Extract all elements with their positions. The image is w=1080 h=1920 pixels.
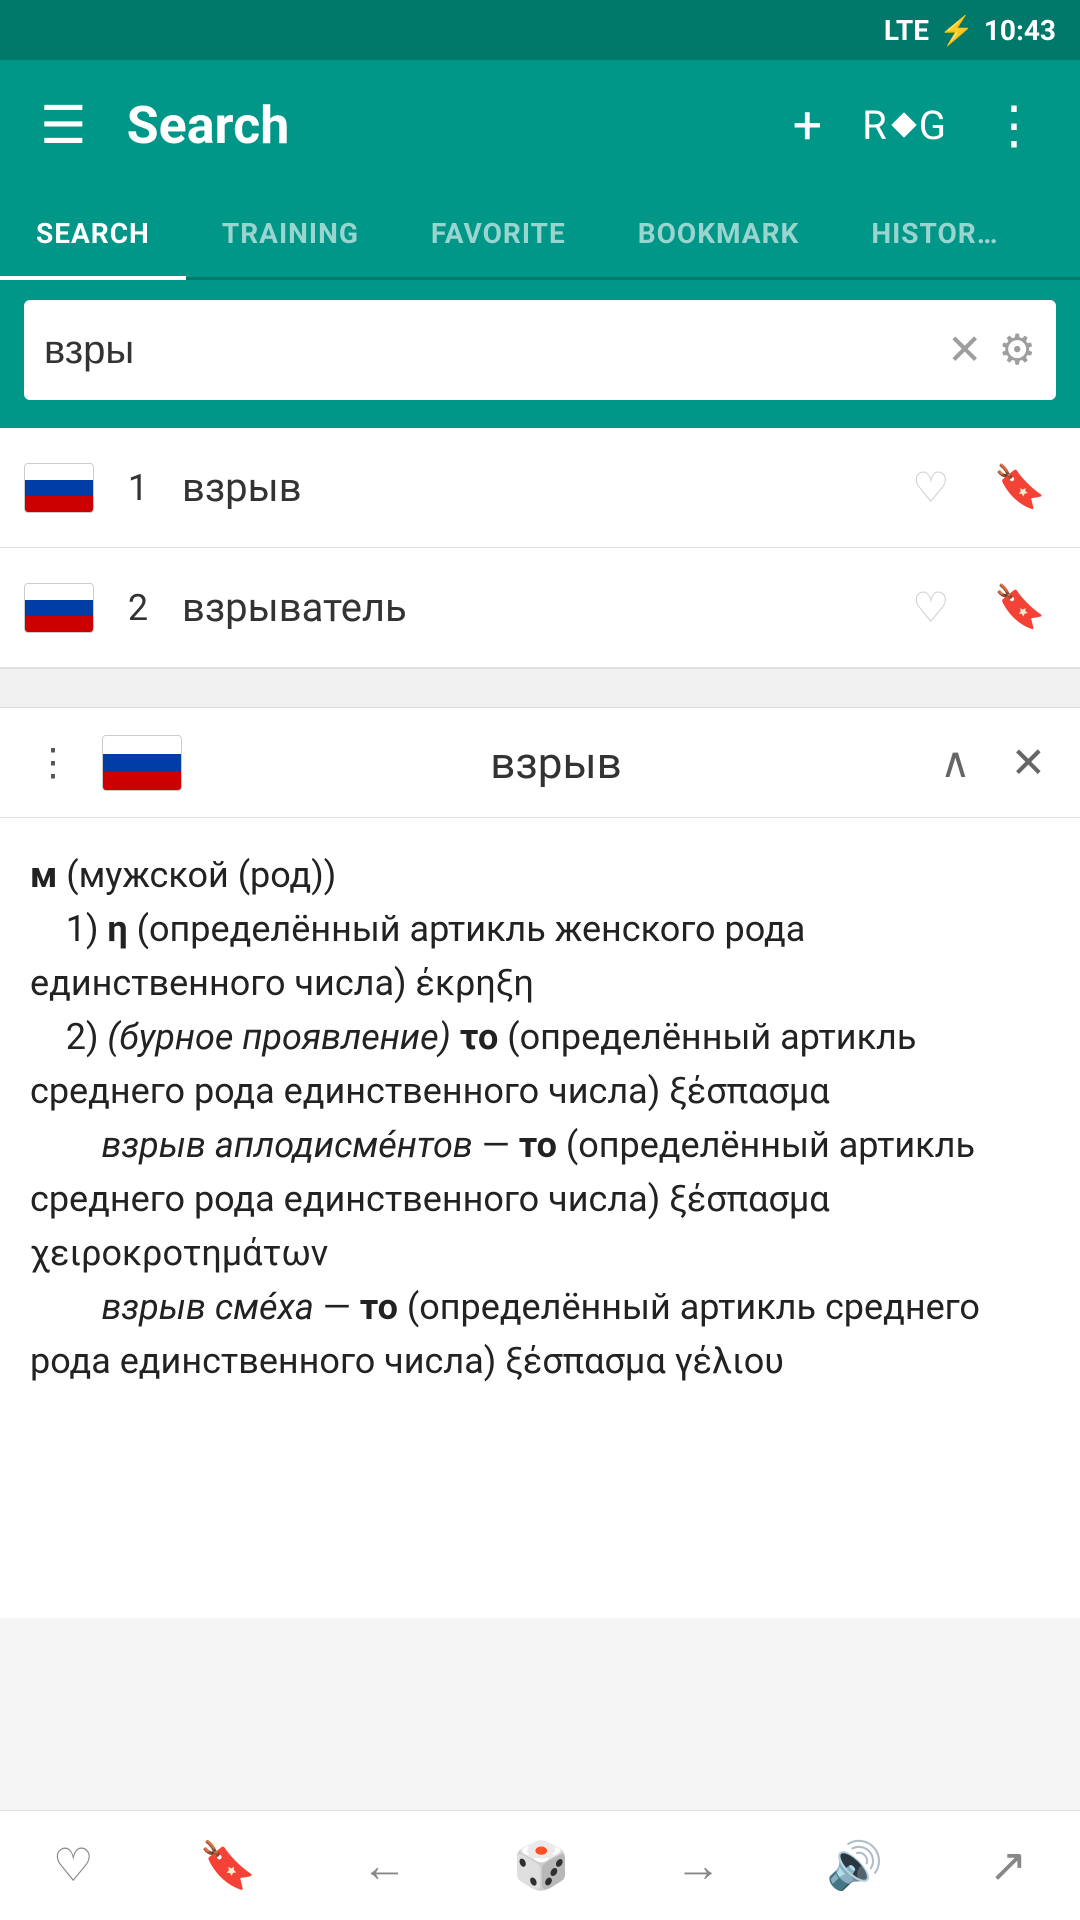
result-number-1: 1 [118, 467, 158, 509]
toolbar: ☰ Search + R G ⋮ [0, 60, 1080, 190]
g-text: G [919, 102, 948, 149]
add-icon[interactable]: + [783, 85, 833, 166]
result-word-2: взрыватель [182, 584, 878, 631]
bottom-toolbar: ♡ 🔖 ← 🎲 → 🔊 ↗ [0, 1810, 1080, 1920]
definition-text: м (мужской (род)) 1) η (определённый арт… [30, 854, 980, 1382]
russian-flag-2 [24, 583, 94, 633]
result-word-1: взрыв [182, 464, 878, 511]
bookmark-icon-2[interactable]: 🔖 [984, 573, 1056, 642]
menu-icon[interactable]: ☰ [30, 85, 97, 166]
bookmark-bottom-icon[interactable]: 🔖 [179, 1829, 276, 1903]
back-icon[interactable]: ← [342, 1828, 428, 1903]
dice-icon[interactable]: 🎲 [493, 1829, 590, 1903]
rdg-label[interactable]: R G [862, 102, 948, 149]
clock: 10:43 [984, 14, 1056, 47]
favorite-icon-1[interactable]: ♡ [902, 453, 960, 523]
clear-search-icon[interactable]: ✕ [947, 325, 982, 375]
share-icon[interactable]: ↗ [969, 1828, 1048, 1903]
table-row[interactable]: 2 взрыватель ♡ 🔖 [0, 548, 1080, 668]
signal-icon: LTE [884, 14, 929, 47]
status-bar: LTE ⚡ 10:43 [0, 0, 1080, 60]
result-number-2: 2 [118, 587, 158, 629]
russian-flag-1 [24, 463, 94, 513]
search-box: ✕ ⚙ [24, 300, 1056, 400]
detail-word-title: взрыв [202, 737, 910, 789]
sound-icon[interactable]: 🔊 [806, 1829, 903, 1903]
page-title: Search [127, 95, 753, 156]
section-divider [0, 668, 1080, 708]
detail-flag [102, 735, 182, 791]
more-menu-icon[interactable]: ⋮ [978, 85, 1050, 166]
battery-icon: ⚡ [939, 14, 974, 47]
bookmark-icon-1[interactable]: 🔖 [984, 453, 1056, 522]
tab-history[interactable]: HISTOR… [835, 190, 1034, 277]
search-input[interactable] [44, 328, 931, 373]
detail-menu-icon[interactable]: ⋮ [24, 730, 82, 795]
detail-header: ⋮ взрыв ∧ ✕ [0, 708, 1080, 818]
heart-icon[interactable]: ♡ [33, 1828, 114, 1903]
results-list: 1 взрыв ♡ 🔖 2 взрыватель ♡ 🔖 [0, 428, 1080, 668]
collapse-icon[interactable]: ∧ [930, 728, 981, 798]
r-text: R [862, 102, 889, 149]
table-row[interactable]: 1 взрыв ♡ 🔖 [0, 428, 1080, 548]
close-detail-icon[interactable]: ✕ [1001, 728, 1056, 798]
tabs-container: SEARCH TRAINING FAVORITE BOOKMARK HISTOR… [0, 190, 1080, 280]
search-box-container: ✕ ⚙ [0, 280, 1080, 428]
definition-content: м (мужской (род)) 1) η (определённый арт… [0, 818, 1080, 1618]
tab-search[interactable]: SEARCH [0, 190, 186, 277]
tab-favorite[interactable]: FAVORITE [395, 190, 602, 277]
diamond-icon [891, 112, 916, 137]
favorite-icon-2[interactable]: ♡ [902, 573, 960, 643]
tab-bookmark[interactable]: BOOKMARK [602, 190, 836, 277]
status-icons: LTE ⚡ 10:43 [884, 14, 1056, 47]
tab-training[interactable]: TRAINING [186, 190, 395, 277]
search-settings-icon[interactable]: ⚙ [998, 325, 1036, 375]
forward-icon[interactable]: → [655, 1828, 741, 1903]
